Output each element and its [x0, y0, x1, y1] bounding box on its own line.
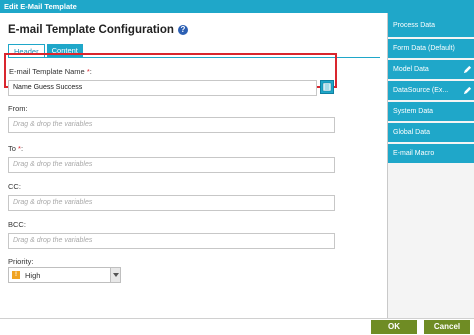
ok-button[interactable]: OK	[371, 320, 417, 334]
page-title: E-mail Template Configuration	[8, 24, 174, 36]
cc-input[interactable]: Drag & drop the variables	[8, 195, 335, 211]
pencil-icon[interactable]	[463, 65, 472, 74]
from-label: From:	[8, 104, 28, 113]
bcc-label: BCC:	[8, 220, 26, 229]
pencil-icon[interactable]	[463, 86, 472, 95]
priority-value: High	[25, 271, 41, 280]
sidebar-item-model-data[interactable]: Model Data	[388, 60, 474, 79]
dialog-footer: OK Cancel	[0, 318, 474, 335]
chevron-down-icon[interactable]	[110, 268, 120, 282]
sidebar-item-global-data[interactable]: Global Data	[388, 123, 474, 142]
sidebar-item-process-data[interactable]: Process Data	[388, 13, 474, 37]
from-input[interactable]: Drag & drop the variables	[8, 117, 335, 133]
template-name-label: E-mail Template Name *:	[9, 67, 92, 76]
sidebar-item-form-data[interactable]: Form Data (Default)	[388, 39, 474, 58]
list-icon	[322, 82, 332, 92]
priority-high-icon: !	[12, 271, 20, 279]
help-icon[interactable]: ?	[177, 25, 188, 35]
to-input[interactable]: Drag & drop the variables	[8, 157, 335, 173]
window-title-bar: Edit E-Mail Template	[0, 0, 474, 13]
sidebar-item-datasource[interactable]: DataSource (Ex...	[388, 81, 474, 100]
priority-label: Priority:	[8, 257, 34, 266]
cancel-button[interactable]: Cancel	[424, 320, 470, 334]
sidebar-item-email-macro[interactable]: E-mail Macro	[388, 144, 474, 163]
priority-select[interactable]: ! High	[8, 267, 121, 283]
cc-label: CC:	[8, 182, 21, 191]
to-label: To *:	[8, 144, 24, 153]
variable-picker-button[interactable]	[320, 80, 334, 94]
sidebar-item-system-data[interactable]: System Data	[388, 102, 474, 121]
variables-sidebar: Process Data Form Data (Default) Model D…	[387, 13, 474, 318]
template-name-input[interactable]: Name Guess Success	[8, 80, 317, 96]
page-heading: E-mail Template Configuration ?	[8, 24, 188, 36]
window-title: Edit E-Mail Template	[4, 2, 77, 11]
bcc-input[interactable]: Drag & drop the variables	[8, 233, 335, 249]
